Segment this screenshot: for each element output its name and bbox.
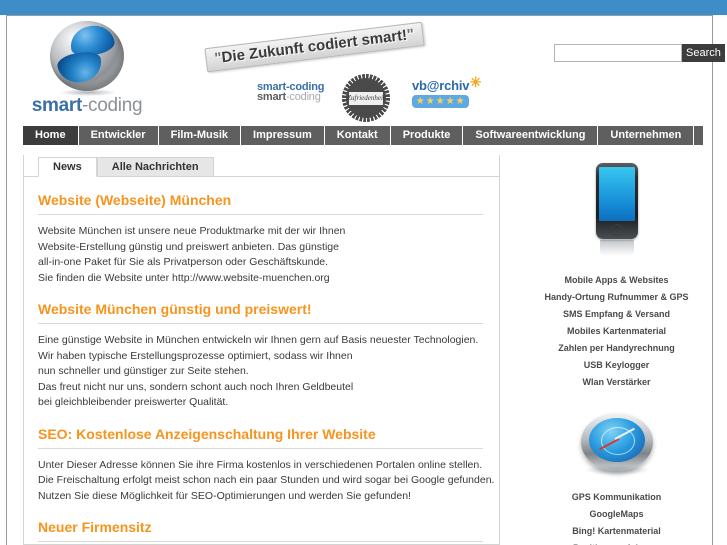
news-line: Sie finden die Website unter http://www.…: [38, 271, 330, 284]
sidebar-link-googlemaps[interactable]: GoogleMaps: [530, 506, 703, 523]
brand-stack-line2-rest: -coding: [285, 91, 321, 103]
phone-home-button: [610, 224, 623, 236]
news-line: Website München ist unsere neue Produktm…: [38, 225, 346, 237]
news-divider: [38, 541, 483, 542]
nav-item-softwareentwicklung[interactable]: Softwareentwicklung: [463, 126, 599, 145]
vbarchiv-badge[interactable]: vb@rchiv ✳ ★★★★★: [412, 74, 482, 108]
site-header: smart-coding "Die Zukunft codiert smart!…: [7, 16, 725, 122]
news-article: Website München günstig und preiswert! E…: [38, 301, 483, 411]
news-divider: [38, 214, 483, 215]
search-form: Search: [554, 44, 725, 62]
slogan-quote-close: ": [406, 25, 416, 44]
news-line: Nutzen Sie diese Möglichkeit für SEO-Opt…: [38, 489, 411, 502]
logo-wordmark-rest: -coding: [82, 95, 143, 116]
search-input[interactable]: [554, 44, 682, 62]
vbarchiv-name-text: vb@rchiv: [412, 78, 470, 93]
tab-alle-nachrichten[interactable]: Alle Nachrichten: [96, 157, 214, 177]
right-sidebar: Mobile Apps & Websites Handy-Ortung Rufn…: [530, 155, 703, 545]
sidebar-link-handyrechnung[interactable]: Zahlen per Handyrechnung: [530, 340, 703, 357]
news-line: Die Freischaltung erfolgt meist schon na…: [38, 474, 495, 486]
vbarchiv-name: vb@rchiv ✳: [412, 74, 482, 93]
news-line: Website-Erstellung günstig und preiswert…: [38, 240, 339, 253]
compass-icon: [579, 413, 655, 479]
news-line: Eine günstige Website in München entwick…: [38, 334, 479, 346]
page-root: smart-coding "Die Zukunft codiert smart!…: [0, 0, 727, 545]
news-body-text: Website München ist unsere neue Produktm…: [38, 224, 483, 286]
brand-stack: smart-coding smart-coding: [257, 82, 324, 103]
news-body-text: Eine günstige Website in München entwick…: [38, 333, 483, 411]
news-body-text: Unter Dieser Adresse können Sie ihre Fir…: [38, 458, 495, 505]
news-line: Wir haben typische Erstellungsprozesse o…: [38, 349, 353, 362]
news-title[interactable]: Website München günstig und preiswert!: [38, 301, 483, 317]
slogan-banner: "Die Zukunft codiert smart!": [204, 21, 425, 73]
sidebar-link-wlan-verstaerker[interactable]: Wlan Verstärker: [530, 374, 703, 391]
brand-stack-line2-bold: smart: [257, 91, 286, 103]
news-article: Neuer Firmensitz Ab heute finden Sie die…: [38, 519, 483, 545]
search-button[interactable]: Search: [682, 44, 725, 62]
sidebar-link-gps-kommunikation[interactable]: GPS Kommunikation: [530, 489, 703, 506]
phone-screen: [598, 167, 635, 221]
logo-drop-shadow: [60, 89, 116, 96]
news-title[interactable]: Website (Webseite) München: [38, 192, 483, 208]
browser-chrome-bar: [0, 0, 727, 15]
vbarchiv-stars: ★★★★★: [412, 95, 470, 108]
sidebar-link-kartenmaterial[interactable]: Mobiles Kartenmaterial: [530, 323, 703, 340]
smart-coding-sphere-logo: [46, 19, 128, 96]
nav-item-home[interactable]: Home: [23, 126, 79, 145]
sidebar-link-bing-kartenmaterial[interactable]: Bing! Kartenmaterial: [530, 523, 703, 540]
news-panel: News Alle Nachrichten Website (Webseite)…: [23, 155, 500, 545]
sidebar-link-handy-ortung[interactable]: Handy-Ortung Rufnummer & GPS: [530, 289, 703, 306]
seal-label: Zufriedenheit: [347, 91, 385, 105]
news-tabs: News Alle Nachrichten: [24, 155, 499, 177]
logo-wordmark-bold: smart: [31, 95, 83, 116]
nav-item-unternehmen[interactable]: Unternehmen: [598, 126, 695, 145]
seal-inner-disc: Zufriedenheit: [346, 78, 386, 118]
slogan-text: Die Zukunft codiert smart!: [220, 26, 409, 67]
news-line: Unter Dieser Adresse können Sie ihre Fir…: [38, 458, 483, 471]
news-title[interactable]: SEO: Kostenlose Anzeigenschaltung Ihrer …: [38, 426, 483, 442]
nav-item-film-musik[interactable]: Film-Musik: [159, 126, 242, 145]
site-logo[interactable]: smart-coding: [17, 19, 157, 119]
compass-shadow: [584, 465, 649, 475]
news-article: SEO: Kostenlose Anzeigenschaltung Ihrer …: [38, 426, 495, 505]
news-list: Website (Webseite) München Website Münch…: [24, 192, 499, 545]
site-frame: smart-coding "Die Zukunft codiert smart!…: [6, 15, 725, 545]
phone-body: [595, 163, 638, 239]
news-divider: [38, 447, 483, 449]
tab-news[interactable]: News: [38, 157, 97, 177]
nav-item-kontakt[interactable]: Kontakt: [325, 126, 391, 145]
sidebar-link-sms[interactable]: SMS Empfang & Versand: [530, 306, 703, 323]
news-line: Das freut nicht nur uns, sondern schont …: [38, 380, 354, 393]
nav-item-impressum[interactable]: Impressum: [241, 126, 325, 145]
nav-filler: [694, 126, 703, 145]
sidebar-link-usb-keylogger[interactable]: USB Keylogger: [530, 357, 703, 374]
logo-wordmark: smart-coding: [17, 95, 157, 117]
mobile-links-list: Mobile Apps & Websites Handy-Ortung Rufn…: [530, 272, 703, 391]
gps-links-list: GPS Kommunikation GoogleMaps Bing! Karte…: [530, 489, 703, 545]
news-divider: [38, 323, 483, 324]
phone-reflection: [599, 240, 634, 256]
satisfaction-seal-icon: Zufriedenheit: [342, 74, 390, 122]
nav-item-entwickler[interactable]: Entwickler: [79, 126, 159, 145]
sidebar-link-mobile-apps[interactable]: Mobile Apps & Websites: [530, 272, 703, 289]
nav-item-produkte[interactable]: Produkte: [391, 126, 464, 145]
news-title[interactable]: Neuer Firmensitz: [38, 519, 483, 535]
sidebar-link-positionsverfolgung[interactable]: Positionsverfolgung: [530, 540, 703, 545]
news-line: nun schneller und günstiger zur Seite st…: [38, 365, 249, 377]
news-line: bei gleichbleibender preiswerter Qualitä…: [38, 396, 229, 408]
sparkle-icon: ✳: [469, 74, 482, 90]
smartphone-icon: [595, 163, 638, 239]
main-navigation: Home Entwickler Film-Musik Impressum Kon…: [23, 126, 703, 145]
news-line: all-in-one Paket für Sie als Privatperso…: [38, 256, 329, 268]
compass-face: [588, 418, 645, 462]
news-article: Website (Webseite) München Website Münch…: [38, 192, 483, 286]
